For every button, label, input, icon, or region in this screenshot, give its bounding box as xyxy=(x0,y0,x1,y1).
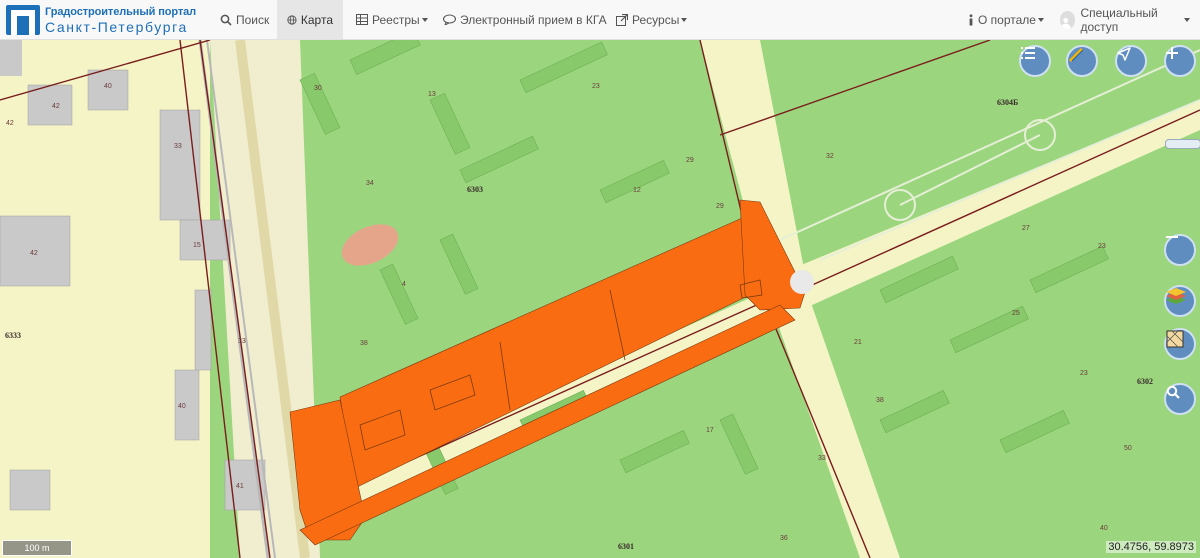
nav-special-access-label: Специальный доступ xyxy=(1080,5,1158,34)
legend-list-button[interactable] xyxy=(1019,45,1051,77)
nav-map-label: Карта xyxy=(300,12,333,27)
nav-reception[interactable]: Электронный прием в КГА xyxy=(433,0,617,39)
svg-text:36: 36 xyxy=(780,535,788,542)
block-label-6304b: 6304Б xyxy=(997,98,1019,107)
svg-text:15: 15 xyxy=(193,242,201,249)
chevron-down-icon xyxy=(421,17,428,22)
chat-icon xyxy=(443,14,456,25)
user-icon xyxy=(1060,10,1076,29)
portal-logo-icon xyxy=(6,5,40,35)
portal-title-line1: Градостроительный портал xyxy=(45,5,197,18)
info-icon xyxy=(969,13,973,25)
svg-text:27: 27 xyxy=(1022,225,1030,232)
svg-text:33: 33 xyxy=(238,338,246,345)
svg-text:25: 25 xyxy=(1012,310,1020,317)
chevron-down-icon xyxy=(1184,17,1190,22)
nav-registries[interactable]: Реестры xyxy=(346,0,438,39)
block-label-6301: 6301 xyxy=(618,542,634,551)
svg-text:40: 40 xyxy=(104,83,112,90)
svg-text:23: 23 xyxy=(1098,243,1106,250)
basemap-button[interactable] xyxy=(1164,328,1196,360)
nav-map[interactable]: Карта xyxy=(277,0,343,39)
block-label-6303: 6303 xyxy=(467,185,483,194)
svg-text:33: 33 xyxy=(818,455,826,462)
svg-text:32: 32 xyxy=(826,153,834,160)
svg-text:4: 4 xyxy=(402,281,406,288)
block-label-6333: 6333 xyxy=(5,331,21,340)
svg-text:40: 40 xyxy=(178,403,186,410)
svg-text:23: 23 xyxy=(1080,370,1088,377)
zoom-in-button[interactable] xyxy=(1164,45,1196,77)
portal-title-line2: Санкт-Петербурга xyxy=(45,18,188,35)
svg-text:29: 29 xyxy=(686,157,694,164)
layers-button[interactable] xyxy=(1164,285,1196,317)
nav-special-access[interactable]: Специальный доступ xyxy=(1050,0,1200,39)
search-icon xyxy=(220,14,232,26)
zoom-out-button[interactable] xyxy=(1164,234,1196,266)
layers-icon xyxy=(1166,288,1186,304)
svg-text:12: 12 xyxy=(633,187,641,194)
scale-bar: 100 m xyxy=(2,540,72,556)
svg-text:34: 34 xyxy=(366,180,374,187)
svg-text:38: 38 xyxy=(360,340,368,347)
list-icon xyxy=(1021,47,1035,59)
portal-brand[interactable]: Градостроительный портал Санкт-Петербург… xyxy=(4,2,196,38)
chevron-down-icon xyxy=(681,17,688,22)
nav-resources[interactable]: Ресурсы xyxy=(606,0,697,39)
nav-search-label: Поиск xyxy=(236,12,270,27)
navigation-arrow-icon xyxy=(1117,47,1131,61)
svg-text:23: 23 xyxy=(592,83,600,90)
nav-reception-label: Электронный прием в КГА xyxy=(460,12,607,27)
table-icon xyxy=(356,14,368,25)
locate-button[interactable] xyxy=(1115,45,1147,77)
map-tiles: 42 42 40 33 42 15 30 13 23 12 29 29 34 4 38 32 27 23… xyxy=(0,40,1200,558)
measure-button[interactable] xyxy=(1066,45,1098,77)
globe-icon xyxy=(287,14,297,25)
external-link-icon xyxy=(616,13,628,26)
plus-icon xyxy=(1166,47,1178,59)
svg-text:33: 33 xyxy=(174,143,182,150)
svg-text:17: 17 xyxy=(706,427,714,434)
svg-text:42: 42 xyxy=(52,103,60,110)
block-label-6302: 6302 xyxy=(1137,377,1153,386)
nav-registries-label: Реестры xyxy=(372,12,420,27)
nav-about[interactable]: О портале xyxy=(958,0,1054,39)
nav-about-label: О портале xyxy=(978,12,1036,27)
top-navbar: Градостроительный портал Санкт-Петербург… xyxy=(0,0,1200,40)
nav-resources-label: Ресурсы xyxy=(632,12,680,27)
ruler-icon xyxy=(1068,47,1084,63)
map-canvas[interactable]: 42 42 40 33 42 15 30 13 23 12 29 29 34 4 38 32 27 23… xyxy=(0,40,1200,558)
cursor-coordinates: 30.4756, 59.8973 xyxy=(1106,541,1196,553)
map-tile-icon xyxy=(1166,330,1184,348)
map-search-button[interactable] xyxy=(1164,383,1196,415)
svg-text:41: 41 xyxy=(236,483,244,490)
svg-text:40: 40 xyxy=(1100,525,1108,532)
portal-title: Градостроительный портал Санкт-Петербург… xyxy=(45,5,197,35)
svg-text:42: 42 xyxy=(6,120,14,127)
svg-text:38: 38 xyxy=(876,397,884,404)
search-icon xyxy=(1166,385,1180,399)
zoom-slider-handle[interactable] xyxy=(1165,139,1200,149)
minus-icon xyxy=(1166,236,1178,238)
svg-text:50: 50 xyxy=(1124,445,1132,452)
chevron-down-icon xyxy=(1037,17,1044,22)
nav-search[interactable]: Поиск xyxy=(210,0,279,39)
svg-text:13: 13 xyxy=(428,91,436,98)
svg-text:42: 42 xyxy=(30,250,38,257)
svg-text:30: 30 xyxy=(314,85,322,92)
svg-text:29: 29 xyxy=(716,203,724,210)
svg-text:21: 21 xyxy=(854,339,862,346)
